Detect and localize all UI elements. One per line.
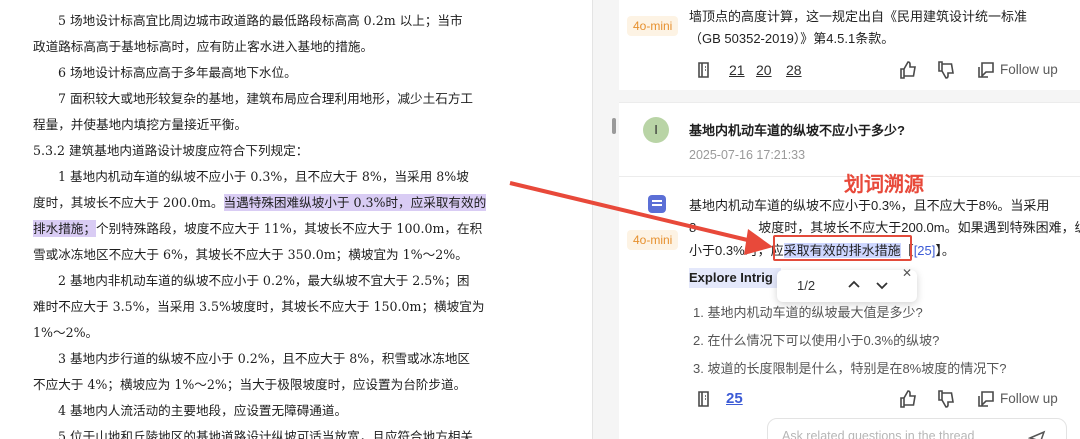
input-placeholder: Ask related questions in the thread	[782, 429, 975, 439]
thumbs-up-icon[interactable]	[898, 60, 918, 80]
send-icon[interactable]	[1028, 429, 1046, 439]
suggested-question[interactable]: 2. 在什么情况下可以使用小于0.3%的纵坡?	[693, 330, 939, 349]
chat-panel: 4o-mini 墙顶点的高度计算，这一规定出自《民用建筑设计统一标准 （GB 5…	[619, 0, 1080, 439]
doc-line: 排水措施；个别特殊路段，坡度不应大于 11%，其坡长不应大于 100.0m，在积	[33, 218, 482, 237]
resize-handle[interactable]	[612, 118, 616, 134]
answer-text: 墙顶点的高度计算，这一规定出自《民用建筑设计统一标准	[689, 9, 1028, 24]
answer-text: 基地内机动车道的纵坡不应小于0.3%，且不应大于8%。当采用	[689, 198, 1050, 213]
sources-icon[interactable]	[697, 390, 713, 408]
doc-text: 度时，其坡长不应大于 200.0m。	[33, 195, 224, 210]
doc-line: 5.3.2 建筑基地内道路设计坡度应符合下列规定：	[33, 143, 309, 158]
thread-question-input[interactable]: Ask related questions in the thread	[767, 418, 1067, 439]
follow-up-button[interactable]: Follow up	[1000, 62, 1058, 77]
answer-fragment: 8	[689, 220, 697, 235]
chevron-down-icon[interactable]	[875, 278, 889, 292]
answer-text: 8 坡度时，其坡长不应大于200.0m。如果遇到特殊困难，纵坡	[689, 217, 1080, 236]
doc-line: 1%～2%。	[33, 325, 99, 340]
answer-fragment: 小于0.3%时，	[689, 243, 771, 258]
trace-pager: 1/2 ✕	[777, 266, 917, 302]
follow-up-button[interactable]: Follow up	[1000, 391, 1058, 406]
question-timestamp: 2025-07-16 17:21:33	[689, 148, 806, 162]
doc-line: 4 基地内人流活动的主要地段，应设置无障碍通道。	[58, 403, 348, 418]
citation-link[interactable]: [25]	[914, 243, 936, 258]
reference-link[interactable]: 21	[729, 62, 745, 78]
user-avatar: I	[643, 117, 669, 143]
document-panel: 5 场地设计标高宜比周边城市政道路的最低路段标高高 0.2m 以上；当市 政道路…	[0, 0, 592, 439]
follow-up-icon[interactable]	[976, 60, 996, 80]
explore-title: Explore Intrig	[689, 270, 773, 285]
message-separator	[619, 90, 1080, 102]
doc-line: 程量，并使基地内填挖方量接近平衡。	[33, 117, 248, 132]
thumbs-up-icon[interactable]	[898, 389, 918, 409]
doc-line: 6 场地设计标高应高于多年最高地下水位。	[58, 65, 297, 80]
doc-line: 政道路标高高于基地标高时，应有防止客水进入基地的措施。	[33, 39, 374, 54]
model-badge: 4o-mini	[627, 16, 679, 36]
doc-line: 2 基地内非机动车道的纵坡不应小于 0.2%，最大纵坡不宜大于 2.5%；困	[58, 273, 470, 288]
suggested-question[interactable]: 3. 坡道的长度限制是什么，特别是在8%坡度的情况下?	[693, 358, 1006, 377]
highlighted-text[interactable]: 排水措施；	[33, 220, 96, 237]
doc-line: 不应大于 4%；横坡应为 1%～2%；当大于极限坡度时，应设置为台阶步道。	[33, 377, 467, 392]
reference-link[interactable]: 25	[726, 390, 743, 407]
doc-line: 1 基地内机动车道的纵坡不应小于 0.3%，且不应大于 8%，当采用 8%坡	[58, 169, 469, 184]
pager-count: 1/2	[797, 278, 816, 293]
doc-text: 个别特殊路段，坡度不应大于 11%，其坡长不应大于 100.0m，在积	[95, 221, 483, 236]
doc-line: 3 基地内步行道的纵坡不应小于 0.2%，且不应大于 8%，积雪或冰冻地区	[58, 351, 471, 366]
question-text: 基地内机动车道的纵坡不应小于多少?	[689, 123, 905, 138]
doc-line: 难时不应大于 3.5%，当采用 3.5%坡度时，其坡长不应大于 150.0m；横…	[33, 299, 485, 314]
close-icon[interactable]: ✕	[902, 266, 912, 280]
suggested-question[interactable]: 1. 基地内机动车道的纵坡最大值是多少?	[693, 302, 923, 321]
thumbs-down-icon[interactable]	[936, 60, 956, 80]
assistant-icon	[648, 195, 666, 213]
doc-line: 7 面积较大或地形较复杂的基地，建筑布局应合理利用地形，减少土石方工	[58, 91, 474, 106]
doc-line: 5 场地设计标高宜比周边城市政道路的最低路段标高高 0.2m 以上；当市	[58, 13, 463, 28]
message-separator-line	[619, 102, 1080, 103]
thumbs-down-icon[interactable]	[936, 389, 956, 409]
highlighted-text[interactable]: 当遇特殊困难纵坡小于 0.3%时，应采取有效的	[223, 194, 487, 211]
resize-gutter[interactable]	[593, 0, 619, 439]
doc-line: 雪或冰冻地区不应大于 6%，其坡长不应大于 350.0m；横坡宜为 1%～2%。	[33, 247, 468, 262]
reference-link[interactable]: 28	[786, 62, 802, 78]
answer-fragment: 】。	[935, 243, 955, 258]
model-badge: 4o-mini	[627, 230, 679, 250]
answer-fragment: 坡度时，其坡长不应大于200.0m。如果遇到特殊困难，纵坡	[758, 220, 1080, 235]
trace-annotation-label: 划词溯源	[844, 172, 924, 196]
chevron-up-icon[interactable]	[847, 278, 861, 292]
doc-line: 度时，其坡长不应大于 200.0m。当遇特殊困难纵坡小于 0.3%时，应采取有效…	[33, 192, 487, 211]
reference-link[interactable]: 20	[756, 62, 772, 78]
doc-line: 5 位于山地和丘陵地区的基地道路设计纵坡可适当放宽，且应符合地方相关	[58, 429, 474, 439]
sources-icon[interactable]	[697, 61, 713, 79]
follow-up-icon[interactable]	[976, 389, 996, 409]
answer-text: （GB 50352-2019）》第4.5.1条款。	[689, 31, 895, 46]
trace-highlight-box	[773, 235, 912, 261]
